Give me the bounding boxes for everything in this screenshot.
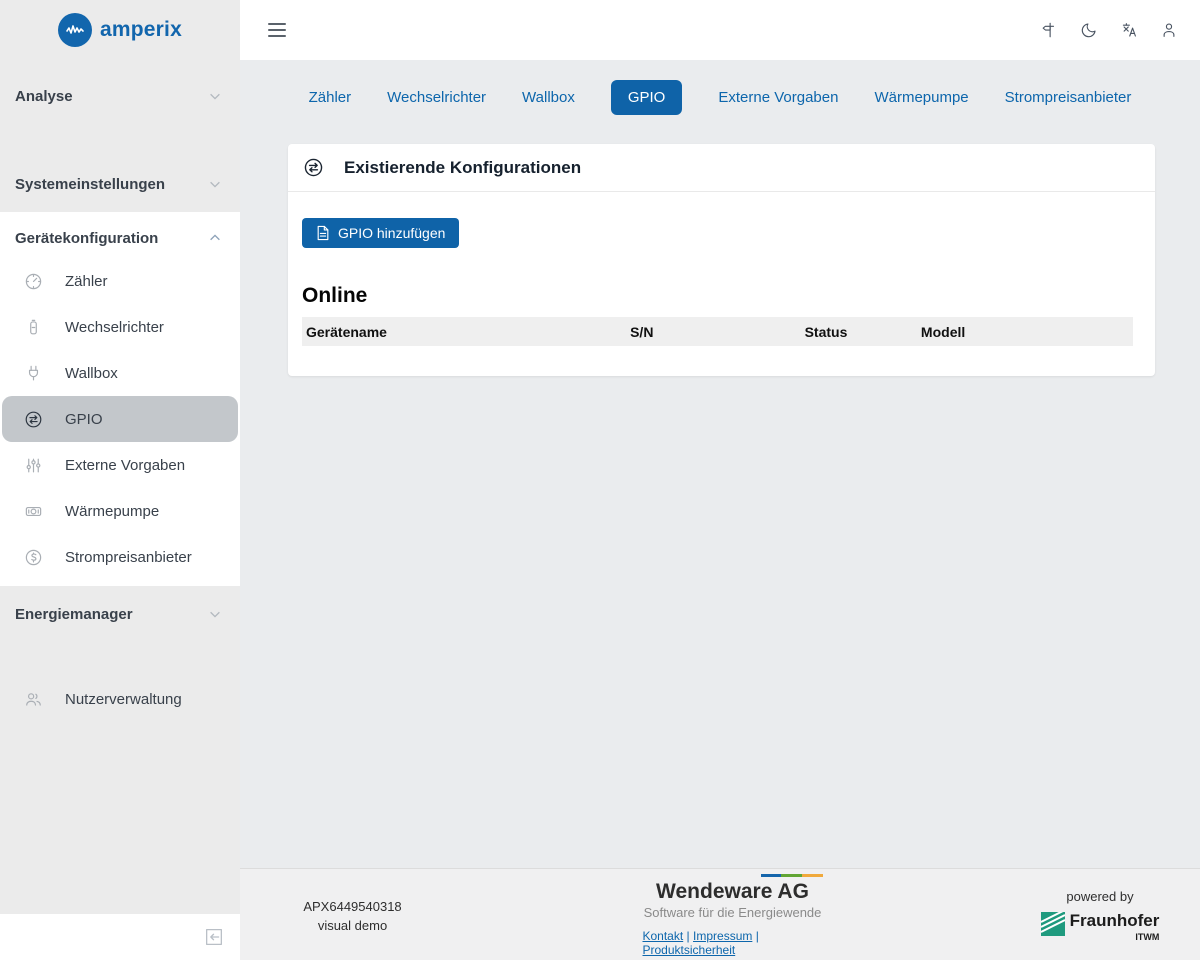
sidebar-item-wallbox[interactable]: Wallbox — [0, 350, 240, 396]
tab-externe-vorgaben[interactable]: Externe Vorgaben — [718, 80, 838, 115]
item-label: Wallbox — [65, 365, 118, 382]
produktsicherheit-link[interactable]: Produktsicherheit — [643, 943, 736, 957]
company-name: Wendeware AG — [656, 880, 809, 904]
group-label: Gerätekonfiguration — [15, 230, 158, 247]
fraunhofer-logo: Fraunhofer ITWM — [1041, 912, 1160, 942]
item-label: Wärmepumpe — [65, 503, 159, 520]
price-coin-icon — [24, 548, 43, 567]
sliders-icon — [24, 456, 43, 475]
link-separator: | — [756, 929, 759, 943]
translate-icon[interactable] — [1116, 17, 1142, 43]
column-modell: Modell — [917, 317, 1133, 346]
powered-by-label: powered by — [1066, 889, 1133, 904]
brand-name: amperix — [100, 18, 182, 42]
tab-bar: Zähler Wechselrichter Wallbox GPIO Exter… — [240, 80, 1200, 115]
item-label: Strompreisanbieter — [65, 549, 192, 566]
chevron-down-icon — [208, 177, 222, 191]
wendeware-tricolor-bar — [761, 874, 823, 877]
topbar — [240, 0, 1200, 60]
sidebar-item-gpio[interactable]: GPIO — [2, 396, 238, 442]
group-label: Systemeinstellungen — [15, 176, 165, 193]
item-label: Zähler — [65, 273, 108, 290]
group-label: Energiemanager — [15, 606, 133, 623]
document-icon — [316, 225, 330, 241]
topbar-icons — [1036, 17, 1182, 43]
sidebar-item-nutzerverwaltung[interactable]: Nutzerverwaltung — [0, 676, 240, 722]
moon-icon[interactable] — [1076, 17, 1102, 43]
chevron-up-icon — [208, 231, 222, 245]
sidebar-item-waermepumpe[interactable]: Wärmepumpe — [0, 488, 240, 534]
item-label: Wechselrichter — [65, 319, 164, 336]
sidebar-group-systemeinstellungen[interactable]: Systemeinstellungen — [0, 168, 240, 200]
users-icon — [24, 690, 43, 709]
company-block: Wendeware AG Software für die Energiewen… — [465, 869, 1000, 960]
sidebar-group-geraetekonfiguration[interactable]: Gerätekonfiguration — [0, 218, 240, 258]
add-gpio-label: GPIO hinzufügen — [338, 225, 445, 241]
sidebar-item-zaehler[interactable]: Zähler — [0, 258, 240, 304]
card-title: Existierende Konfigurationen — [344, 158, 581, 178]
table-header-row: Gerätename S/N Status Modell — [302, 317, 1133, 346]
content-area: Zähler Wechselrichter Wallbox GPIO Exter… — [240, 60, 1200, 868]
footer-links: Kontakt | Impressum | Produktsicherheit — [643, 929, 823, 957]
link-separator: | — [687, 929, 690, 943]
chevron-down-icon — [208, 607, 222, 621]
tab-wechselrichter[interactable]: Wechselrichter — [387, 80, 486, 115]
sidebar: amperix Analyse Systemeinstellungen Gerä… — [0, 0, 240, 960]
sidebar-item-strompreisanbieter[interactable]: Strompreisanbieter — [0, 534, 240, 580]
item-label: GPIO — [65, 411, 103, 428]
tab-waermepumpe[interactable]: Wärmepumpe — [874, 80, 968, 115]
user-icon[interactable] — [1156, 17, 1182, 43]
sidebar-item-externe-vorgaben[interactable]: Externe Vorgaben — [0, 442, 240, 488]
collapse-arrow-icon — [203, 926, 225, 948]
gauge-icon — [24, 272, 43, 291]
signpost-icon[interactable] — [1036, 17, 1062, 43]
sidebar-group-analyse[interactable]: Analyse — [0, 80, 240, 112]
collapse-sidebar-button[interactable] — [203, 926, 225, 948]
online-section-title: Online — [302, 284, 1141, 308]
amperix-waveform-icon — [58, 13, 92, 47]
tab-wallbox[interactable]: Wallbox — [522, 80, 575, 115]
company-tagline: Software für die Energiewende — [644, 905, 822, 920]
fraunhofer-name: Fraunhofer — [1070, 912, 1160, 929]
tab-zaehler[interactable]: Zähler — [309, 80, 352, 115]
sidebar-nav: Analyse Systemeinstellungen Gerätekonfig… — [0, 60, 240, 914]
main-area: Zähler Wechselrichter Wallbox GPIO Exter… — [240, 0, 1200, 960]
group-label: Analyse — [15, 88, 73, 105]
sidebar-group-energiemanager[interactable]: Energiemanager — [0, 598, 240, 630]
configurations-card: Existierende Konfigurationen GPIO hinzuf… — [288, 144, 1155, 376]
heatpump-icon — [24, 502, 43, 521]
sidebar-expanded-section: Gerätekonfiguration Zähler Wechselrichte… — [0, 212, 240, 586]
chevron-down-icon — [208, 89, 222, 103]
item-label: Nutzerverwaltung — [65, 691, 182, 708]
sidebar-footer — [0, 914, 240, 960]
tab-gpio[interactable]: GPIO — [611, 80, 683, 115]
footer: APX6449540318 visual demo Wendeware AG S… — [240, 868, 1200, 960]
gpio-swap-icon — [303, 157, 324, 178]
amperix-logo[interactable]: amperix — [0, 0, 240, 60]
column-geraetename: Gerätename — [302, 317, 626, 346]
fraunhofer-unit: ITWM — [1070, 932, 1160, 942]
demo-mode-label: visual demo — [240, 918, 465, 933]
column-status: Status — [801, 317, 917, 346]
menu-hamburger-icon[interactable] — [268, 23, 286, 37]
inverter-icon — [24, 318, 43, 337]
device-serial: APX6449540318 — [240, 899, 465, 914]
plug-icon — [24, 364, 43, 383]
impressum-link[interactable]: Impressum — [693, 929, 752, 943]
card-body: GPIO hinzufügen Online Gerätename S/N St… — [288, 192, 1155, 376]
add-gpio-button[interactable]: GPIO hinzufügen — [302, 218, 459, 248]
empty-table-body — [302, 346, 1133, 376]
item-label: Externe Vorgaben — [65, 457, 185, 474]
sidebar-item-wechselrichter[interactable]: Wechselrichter — [0, 304, 240, 350]
device-info: APX6449540318 visual demo — [240, 869, 465, 960]
card-header: Existierende Konfigurationen — [288, 144, 1155, 192]
devices-table: Gerätename S/N Status Modell — [302, 317, 1133, 376]
powered-by-block: powered by Fraunhofer ITWM — [1000, 869, 1200, 960]
kontakt-link[interactable]: Kontakt — [643, 929, 684, 943]
tab-strompreisanbieter[interactable]: Strompreisanbieter — [1005, 80, 1132, 115]
gpio-swap-icon — [24, 410, 43, 429]
fraunhofer-stripes-icon — [1041, 912, 1065, 936]
column-sn: S/N — [626, 317, 801, 346]
